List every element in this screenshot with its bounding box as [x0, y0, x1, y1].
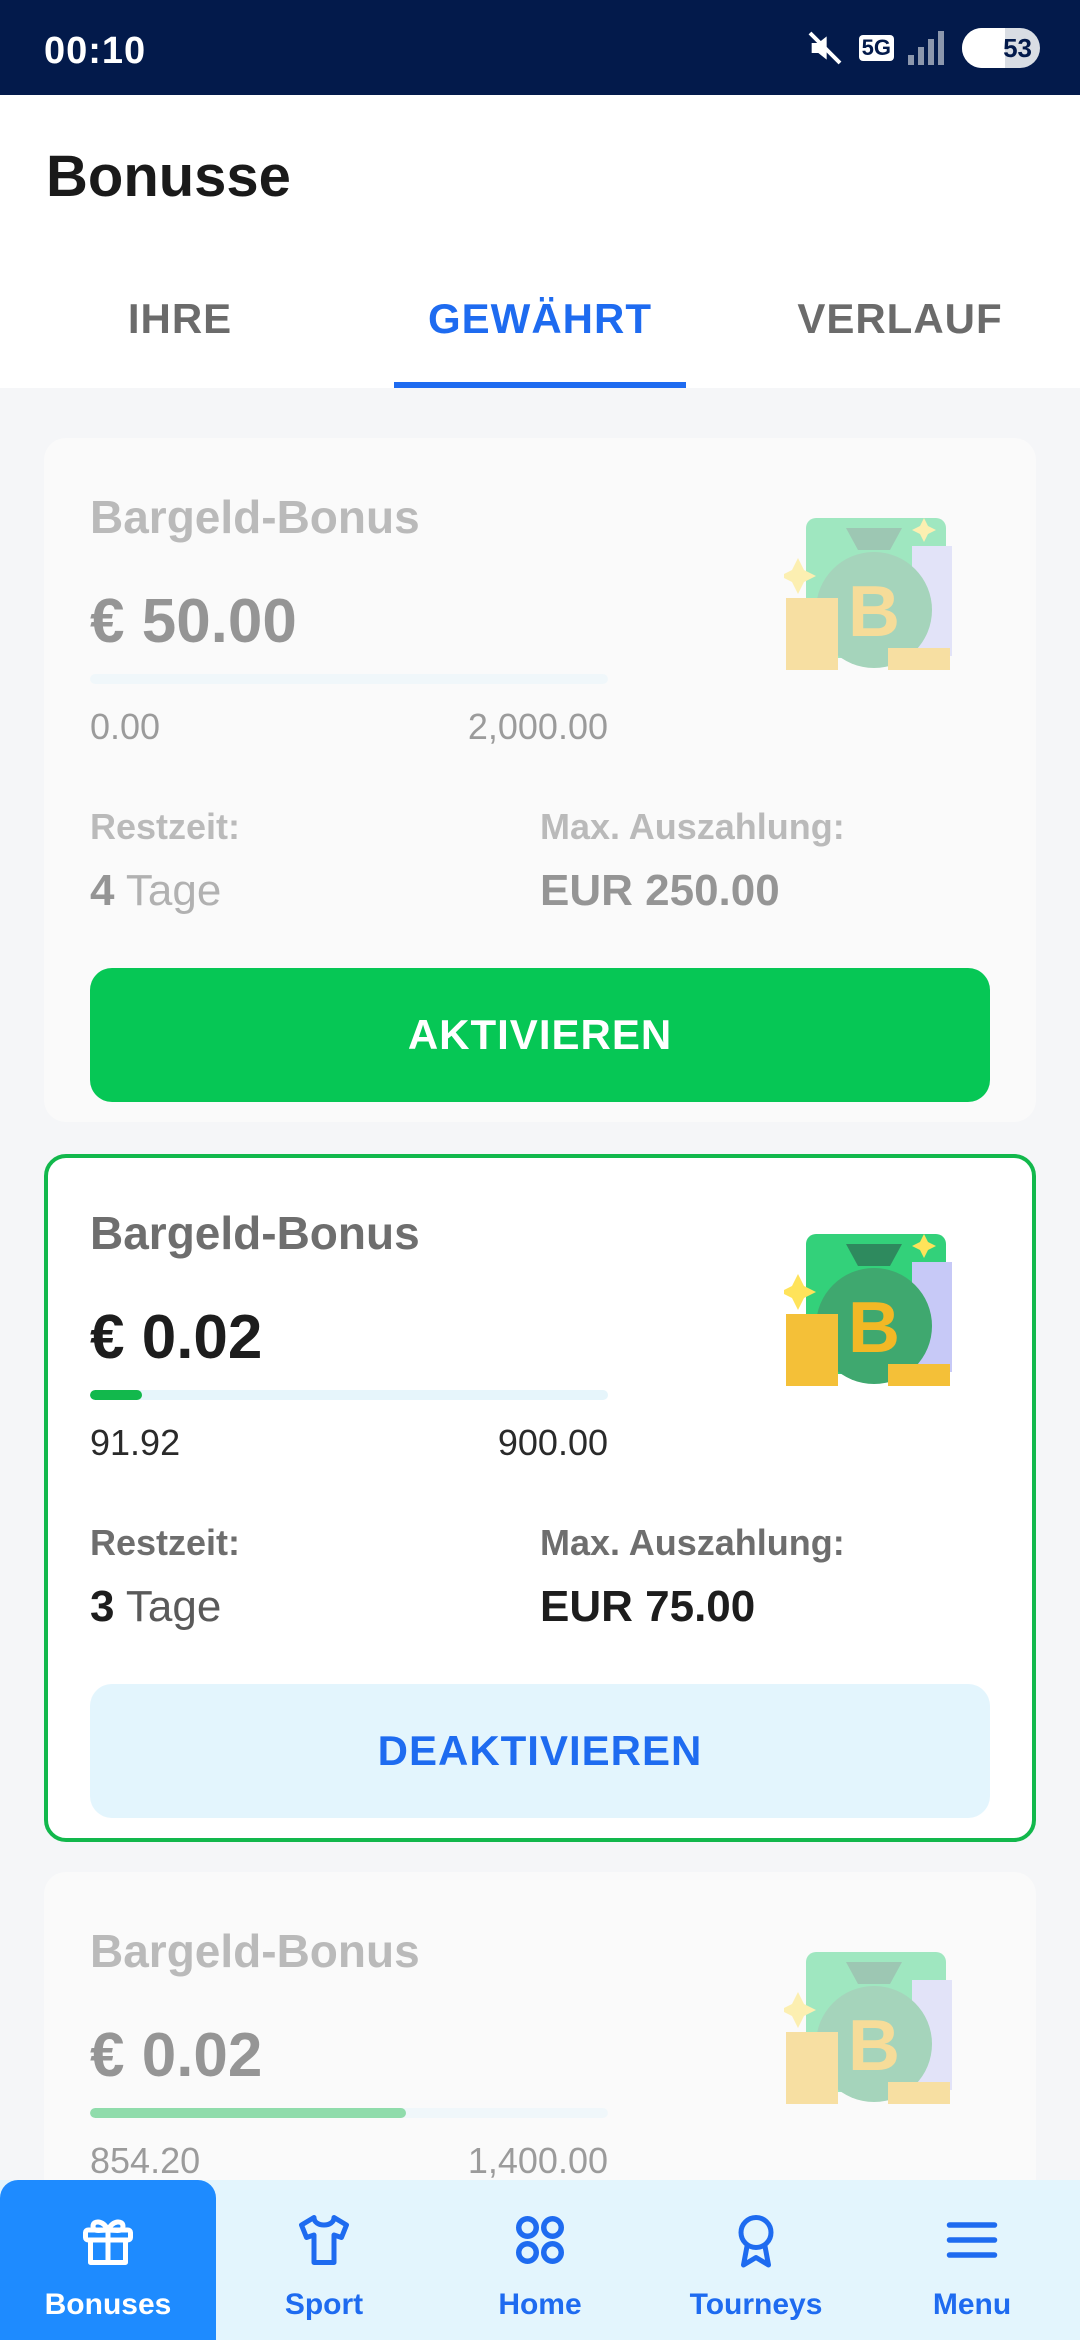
money-bag-icon: B: [784, 1952, 952, 2104]
grid-icon: [516, 2216, 564, 2264]
svg-text:B: B: [848, 572, 900, 652]
svg-text:B: B: [848, 1288, 900, 1368]
battery-level: 53: [1003, 33, 1032, 63]
nav-sport[interactable]: Sport: [216, 2180, 432, 2340]
nav-label: Tourneys: [689, 2288, 823, 2321]
page-title: Bonusse: [46, 144, 291, 209]
bonus-amount: € 0.02: [90, 1303, 263, 1372]
wager-progress-bar: [90, 1390, 608, 1400]
nav-tourneys[interactable]: Tourneys: [648, 2180, 864, 2340]
remaining-time-value: 3 Tage: [90, 1582, 222, 1631]
progress-max: 2,000.00: [467, 706, 608, 747]
activate-button[interactable]: AKTIVIEREN: [90, 968, 990, 1102]
remaining-time-label: Restzeit:: [90, 1522, 241, 1563]
tab-active-indicator: [394, 382, 686, 388]
money-bag-icon: B: [784, 1234, 952, 1386]
mute-icon: [808, 31, 842, 65]
money-bag-icon: B: [784, 518, 952, 670]
wager-progress-bar: [90, 674, 608, 684]
battery-icon: 53: [962, 28, 1040, 68]
nav-label: Sport: [284, 2288, 364, 2321]
bonus-title: Bargeld-Bonus: [90, 491, 420, 543]
progress-max: 900.00: [497, 1422, 608, 1463]
bonus-card: Bargeld-Bonus € 50.00 0.00 2,000.00 Rest…: [44, 438, 1036, 1122]
bonus-amount: € 0.02: [90, 2021, 263, 2090]
tab-bar: IHRE GEWÄHRT VERLAUF: [0, 270, 1080, 388]
award-icon: [738, 2215, 774, 2268]
progress-min: 91.92: [90, 1422, 181, 1463]
status-time: 00:10: [44, 30, 147, 72]
nav-label: Menu: [932, 2288, 1012, 2321]
nav-label: Home: [498, 2288, 582, 2321]
bonus-card-active: Bargeld-Bonus € 0.02 91.92 900.00 Restze…: [44, 1154, 1036, 1842]
wager-progress-bar: [90, 2108, 608, 2118]
status-icons: 5G 53: [805, 28, 1040, 68]
deactivate-button[interactable]: DEAKTIVIEREN: [90, 1684, 990, 1818]
tab-gewaehrt[interactable]: GEWÄHRT: [390, 270, 690, 388]
svg-text:B: B: [848, 2006, 900, 2086]
network-badge: 5G: [858, 35, 894, 61]
gift-icon: [83, 2219, 133, 2265]
remaining-time-value: 4 Tage: [90, 866, 222, 915]
max-payout-value: EUR 250.00: [540, 866, 780, 915]
nav-bonuses[interactable]: Bonuses: [0, 2180, 216, 2340]
progress-max: 1,400.00: [467, 2140, 608, 2181]
bottom-nav: Bonuses Sport Home Tourneys Menu: [0, 2180, 1080, 2340]
bonus-amount: € 50.00: [90, 587, 297, 656]
bonus-title: Bargeld-Bonus: [90, 1925, 420, 1977]
menu-icon: [946, 2222, 998, 2258]
progress-min: 854.20: [90, 2140, 201, 2181]
signal-icon: [908, 31, 944, 65]
max-payout-label: Max. Auszahlung:: [540, 806, 845, 847]
tab-ihre[interactable]: IHRE: [30, 270, 330, 388]
nav-home[interactable]: Home: [432, 2180, 648, 2340]
tab-verlauf[interactable]: VERLAUF: [750, 270, 1050, 388]
bonus-title: Bargeld-Bonus: [90, 1207, 420, 1259]
nav-menu[interactable]: Menu: [864, 2180, 1080, 2340]
shirt-icon: [299, 2215, 349, 2265]
nav-label: Bonuses: [44, 2288, 172, 2321]
status-bar: 00:10 5G 53: [0, 0, 1080, 95]
header: Bonusse IHRE GEWÄHRT VERLAUF: [0, 95, 1080, 388]
max-payout-label: Max. Auszahlung:: [540, 1522, 845, 1563]
progress-min: 0.00: [90, 706, 161, 747]
remaining-time-label: Restzeit:: [90, 806, 241, 847]
max-payout-value: EUR 75.00: [540, 1582, 756, 1631]
